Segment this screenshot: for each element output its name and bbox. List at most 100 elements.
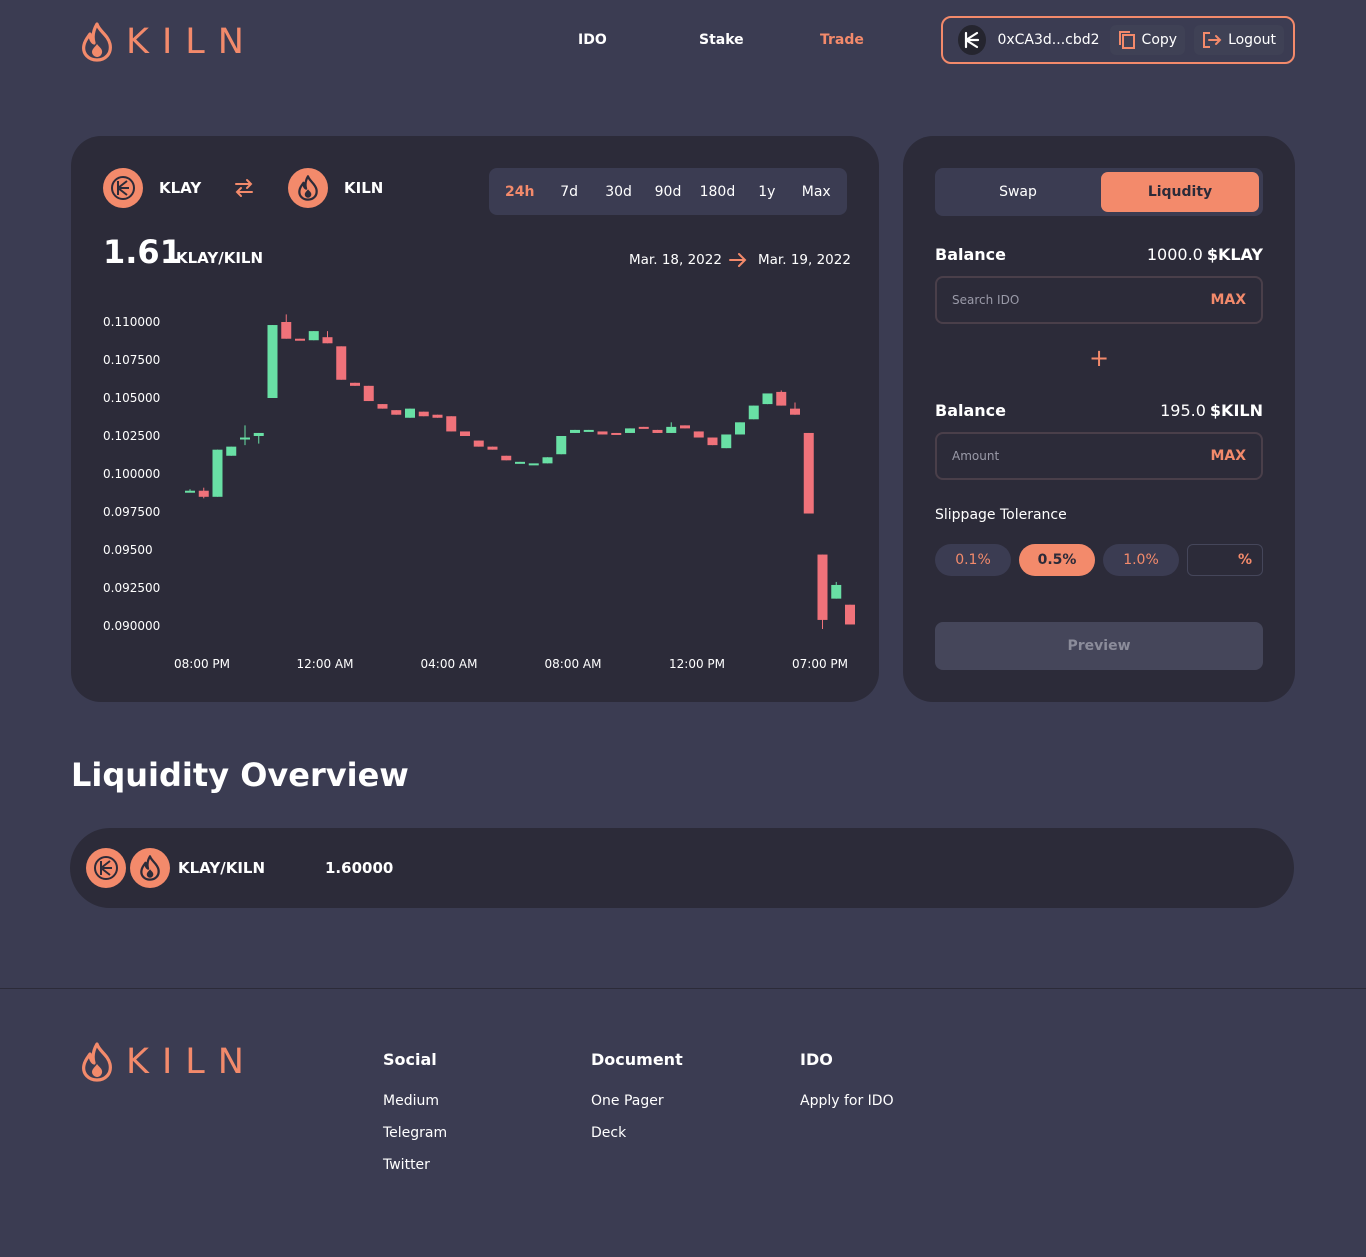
kiln-token-icon [130,848,170,888]
flame-icon [82,1042,112,1082]
nav-trade[interactable]: Trade [820,32,864,48]
candle-body [776,391,787,406]
slippage-option-0-1[interactable]: 0.1% [935,544,1011,576]
range-7d[interactable]: 7d [544,184,593,200]
footer-ido-title: IDO [800,1050,833,1069]
footer-divider [0,988,1366,989]
range-24h[interactable]: 24h [495,184,544,200]
range-max[interactable]: Max [792,184,841,200]
balance-1-unit: $KLAY [1206,245,1263,264]
candle-body [308,331,319,341]
candle-body [405,408,415,418]
header-logo[interactable]: KILN [80,22,257,62]
candle [776,390,787,406]
amount-input[interactable] [952,449,1152,463]
liquidity-row[interactable]: KLAY/KILN 1.60000 [70,828,1294,908]
candle [240,425,250,446]
footer-link-apply-ido[interactable]: Apply for IDO [800,1093,894,1109]
footer-document-title: Document [591,1050,683,1069]
input-box-1: MAX [935,276,1263,324]
arrow-right-icon [729,253,747,267]
candle-body [570,429,580,433]
tab-swap[interactable]: Swap [939,172,1097,212]
candle [253,432,264,444]
preview-button[interactable]: Preview [935,622,1263,670]
candle [377,404,388,409]
candle-body [625,428,635,433]
candle [790,402,800,415]
candle-body [432,414,443,418]
candle [831,581,842,599]
candle-body [735,422,745,435]
candle [652,429,663,433]
candle-body [418,411,429,417]
nav-ido[interactable]: IDO [578,32,607,48]
candle-body [831,584,842,599]
price-pair: KLAY/KILN [176,249,264,267]
slippage-label: Slippage Tolerance [935,507,1067,523]
logout-button[interactable]: Logout [1194,25,1284,55]
candle [597,431,608,435]
candle [295,338,305,341]
candle-body [817,554,828,620]
x-tick-label: 08:00 AM [545,657,602,671]
date-from: Mar. 18, 2022 [629,252,722,268]
candle-body [693,431,704,438]
candle-body [350,382,360,386]
max-button-2[interactable]: MAX [1210,448,1246,464]
time-range-selector: 24h 7d 30d 90d 180d 1y Max [489,168,847,215]
candle [418,411,429,417]
klay-icon [965,31,980,49]
max-button-1[interactable]: MAX [1210,292,1246,308]
balance-2-unit: $KILN [1209,401,1263,420]
klay-token-icon [103,168,143,208]
search-ido-input[interactable] [952,293,1152,307]
x-tick-label: 08:00 PM [174,657,230,671]
slippage-custom-input[interactable]: % [1187,544,1263,576]
footer-logo[interactable]: KILN [80,1042,257,1082]
candle-body [240,437,250,440]
liquidity-pair: KLAY/KILN [178,859,266,877]
range-30d[interactable]: 30d [594,184,643,200]
y-tick-label: 0.102500 [103,429,160,443]
range-180d[interactable]: 180d [693,184,742,200]
candle-body [391,410,402,415]
nav-stake[interactable]: Stake [699,32,744,48]
candle [625,428,635,433]
footer-link-medium[interactable]: Medium [383,1093,439,1109]
klay-token-icon [86,848,126,888]
candle [693,431,704,438]
y-tick-label: 0.105000 [103,391,160,405]
y-tick-label: 0.09500 [103,543,153,557]
base-token-label: KLAY [159,179,202,197]
candle-body [336,346,347,380]
candlestick-chart: 0.110000 0.107500 0.105000 0.102500 0.100000… [103,314,855,671]
candle-body [515,461,525,464]
percent-suffix: % [1237,552,1252,568]
quote-token-label: KILN [344,179,384,197]
candle [556,436,567,455]
candle-body [281,322,292,339]
range-1y[interactable]: 1y [742,184,791,200]
candle-body [556,436,567,455]
slippage-option-0-5[interactable]: 0.5% [1019,544,1095,576]
tab-liquidity[interactable]: Liqudity [1101,172,1259,212]
wallet-avatar [958,25,987,55]
range-90d[interactable]: 90d [643,184,692,200]
liquidity-overview-title: Liquidity Overview [71,756,409,794]
footer-link-deck[interactable]: Deck [591,1125,626,1141]
candle [487,446,498,450]
candle [350,382,360,386]
footer-link-twitter[interactable]: Twitter [383,1157,430,1173]
y-tick-label: 0.107500 [103,353,160,367]
footer-link-one-pager[interactable]: One Pager [591,1093,664,1109]
candle [721,434,732,449]
footer-link-telegram[interactable]: Telegram [383,1125,447,1141]
candle [570,429,580,433]
copy-button[interactable]: Copy [1109,25,1186,55]
slippage-option-1-0[interactable]: 1.0% [1103,544,1179,576]
swap-arrows-icon[interactable] [234,178,254,198]
y-tick-label: 0.100000 [103,467,160,481]
candle [308,331,319,341]
kiln-token-icon [288,168,328,208]
